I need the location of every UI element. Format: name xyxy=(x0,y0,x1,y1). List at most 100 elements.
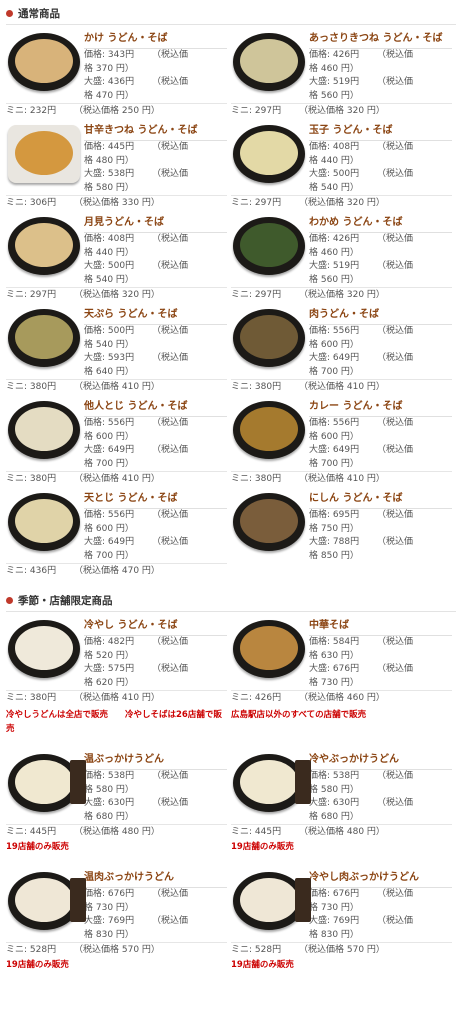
mini-price-row: ミニ: 297円 （税込価格 320 円） xyxy=(231,103,452,119)
large-tax-value: 格 700 円） xyxy=(309,366,359,377)
large-tax-label: （税込価 xyxy=(152,664,189,674)
mini-tax: （税込価格 410 円） xyxy=(74,382,160,392)
menu-item[interactable]: 月見うどん・そば 価格: 408円 （税込価格 440 円） 大盛: 500円 （税込価… xyxy=(6,213,231,303)
menu-item[interactable]: カレー うどん・そば 価格: 556円 （税込価格 600 円） 大盛: 649円 （税… xyxy=(231,397,456,487)
section-title: 通常商品 xyxy=(18,7,60,20)
large-tax-value: 格 680 円） xyxy=(84,811,134,822)
menu-item[interactable]: 肉うどん・そば 価格: 556円 （税込価格 600 円） 大盛: 649円 （税込価格… xyxy=(231,305,456,395)
menu-item[interactable]: にしん うどん・そば 価格: 695円 （税込価格 750 円） 大盛: 788円 （税… xyxy=(231,489,456,579)
menu-item[interactable]: 冷やぶっかけうどん 価格: 538円 （税込価格 580 円） 大盛: 630円 （税込… xyxy=(231,750,456,854)
price-regular: 価格: 556円 xyxy=(84,418,135,428)
price-tax-label: （税込価 xyxy=(377,50,414,60)
price-tax-label: （税込価 xyxy=(377,418,414,428)
price-regular: 価格: 408円 xyxy=(84,234,135,244)
price-mini: ミニ: 380円 xyxy=(6,474,57,484)
menu-item[interactable]: 温ぶっかけうどん 価格: 538円 （税込価格 580 円） 大盛: 630円 （税込価… xyxy=(6,750,231,854)
price-tax-value: 格 630 円） xyxy=(309,650,359,661)
menu-item[interactable]: 冷やし うどん・そば 価格: 482円 （税込価格 520 円） 大盛: 575円 （税… xyxy=(6,616,231,706)
menu-item[interactable]: わかめ うどん・そば 価格: 426円 （税込価格 460 円） 大盛: 519円 （税… xyxy=(231,213,456,303)
dish-contents xyxy=(240,407,298,451)
price-tax-value: 格 600 円） xyxy=(84,523,134,534)
mini-price-row: ミニ: 380円 （税込価格 410 円） xyxy=(6,471,227,487)
mini-tax: （税込価格 470 円） xyxy=(74,566,160,576)
menu-item[interactable]: あっさりきつね うどん・そば 価格: 426円 （税込価格 460 円） 大盛: 51… xyxy=(231,29,456,119)
price-tax-label: （税込価 xyxy=(377,326,414,336)
dish-contents xyxy=(240,760,298,804)
divider xyxy=(6,611,456,612)
price-block: 価格: 584円 （税込価格 630 円） 大盛: 676円 （税込価格 730 円） xyxy=(309,635,452,690)
item-name: 温肉ぶっかけうどん xyxy=(84,872,174,883)
price-large: 大盛: 538円 xyxy=(84,169,135,179)
price-block: 価格: 482円 （税込価格 520 円） 大盛: 575円 （税込価格 620 円） xyxy=(84,635,227,690)
dish-photo xyxy=(231,305,309,373)
price-regular: 価格: 408円 xyxy=(309,142,360,152)
availability-note: 冷やしうどんは全店で販売 冷やしそばは26店舗で販売 xyxy=(6,710,222,734)
large-tax-value: 格 580 円） xyxy=(84,182,134,193)
large-tax-value: 格 560 円） xyxy=(309,90,359,101)
price-large: 大盛: 649円 xyxy=(309,353,360,363)
mini-price-row: ミニ: 380円 （税込価格 410 円） xyxy=(6,379,227,395)
price-tax-value: 格 750 円） xyxy=(309,523,359,534)
bullet-icon xyxy=(6,9,13,17)
large-tax-value: 格 680 円） xyxy=(309,811,359,822)
price-block: 価格: 676円 （税込価格 730 円） 大盛: 769円 （税込価格 830 円） xyxy=(84,887,227,942)
price-block: 価格: 426円 （税込価格 460 円） 大盛: 519円 （税込価格 560 円） xyxy=(309,48,452,103)
mini-price-row xyxy=(231,563,452,578)
mini-tax: （税込価格 320 円） xyxy=(74,290,160,300)
price-mini: ミニ: 528円 xyxy=(6,945,57,955)
menu-item[interactable]: かけ うどん・そば 価格: 343円 （税込価格 370 円） 大盛: 436円 （税込… xyxy=(6,29,231,119)
section-header-regular: 通常商品 xyxy=(0,2,462,24)
item-name: 冷やし肉ぶっかけうどん xyxy=(309,872,419,883)
price-large: 大盛: 519円 xyxy=(309,77,360,87)
price-regular: 価格: 445円 xyxy=(84,142,135,152)
mini-tax: （税込価格 480 円） xyxy=(299,827,385,837)
dish-photo xyxy=(231,121,309,189)
price-large: 大盛: 649円 xyxy=(309,445,360,455)
price-block: 価格: 556円 （税込価格 600 円） 大盛: 649円 （税込価格 700 円） xyxy=(84,508,227,563)
bowl-icon xyxy=(8,309,80,367)
price-block: 価格: 408円 （税込価格 440 円） 大盛: 500円 （税込価格 540 円） xyxy=(84,232,227,287)
price-tax-label: （税込価 xyxy=(377,637,414,647)
price-mini xyxy=(231,563,299,578)
price-large: 大盛: 630円 xyxy=(84,798,135,808)
condiment-tray-icon xyxy=(70,878,86,922)
large-tax-value: 格 640 円） xyxy=(84,366,134,377)
price-block: 価格: 445円 （税込価格 480 円） 大盛: 538円 （税込価格 580 円） xyxy=(84,140,227,195)
mini-price-row: ミニ: 445円 （税込価格 480 円） xyxy=(6,824,227,840)
menu-item[interactable]: 甘辛きつね うどん・そば 価格: 445円 （税込価格 480 円） 大盛: 538円… xyxy=(6,121,231,211)
bowl-icon xyxy=(8,33,80,91)
item-name: 月見うどん・そば xyxy=(84,217,164,228)
menu-item[interactable]: 天とじ うどん・そば 価格: 556円 （税込価格 600 円） 大盛: 649円 （税… xyxy=(6,489,231,579)
menu-item[interactable]: 玉子 うどん・そば 価格: 408円 （税込価格 440 円） 大盛: 500円 （税込… xyxy=(231,121,456,211)
price-mini: ミニ: 297円 xyxy=(231,198,282,208)
price-large: 大盛: 593円 xyxy=(84,353,135,363)
bowl-icon xyxy=(233,493,305,551)
price-block: 価格: 500円 （税込価格 540 円） 大盛: 593円 （税込価格 640 円） xyxy=(84,324,227,379)
large-tax-value: 格 700 円） xyxy=(84,550,134,561)
price-tax-label: （税込価 xyxy=(152,510,189,520)
mini-tax: （税込価格 330 円） xyxy=(74,198,160,208)
menu-item[interactable]: 中華そば 価格: 584円 （税込価格 630 円） 大盛: 676円 （税込価格 73… xyxy=(231,616,456,706)
price-block: 価格: 556円 （税込価格 600 円） 大盛: 649円 （税込価格 700 円） xyxy=(309,416,452,471)
condiment-tray-icon xyxy=(295,878,311,922)
price-tax-value: 格 440 円） xyxy=(309,155,359,166)
menu-item[interactable]: 天ぷら うどん・そば 価格: 500円 （税込価格 540 円） 大盛: 593円 （税… xyxy=(6,305,231,395)
menu-item[interactable]: 温肉ぶっかけうどん価格: 676円 （税込価格 730 円） 大盛: 769円 （税込… xyxy=(6,868,231,972)
menu-item[interactable]: 他人とじ うどん・そば 価格: 556円 （税込価格 600 円） 大盛: 649円（… xyxy=(6,397,231,487)
dish-contents xyxy=(240,499,298,543)
price-large: 大盛: 519円 xyxy=(309,261,360,271)
menu-item[interactable]: 冷やし肉ぶっかけうどん 価格: 676円 （税込価格 730 円） 大盛: 769円（… xyxy=(231,868,456,972)
large-tax-label: （税込価 xyxy=(377,445,414,455)
price-block: 価格: 556円 （税込価格 600 円） 大盛: 649円 （税込価格 700 円） xyxy=(309,324,452,379)
item-name: 他人とじ うどん・そば xyxy=(84,401,188,412)
large-tax-label: （税込価 xyxy=(152,798,189,808)
price-mini: ミニ: 380円 xyxy=(6,382,57,392)
condiment-tray-icon xyxy=(295,760,311,804)
dish-photo xyxy=(6,213,84,281)
availability-note: 19店舗のみ販売 xyxy=(231,960,294,970)
mini-price-row: ミニ: 445円 （税込価格 480 円） xyxy=(231,824,452,840)
dish-contents xyxy=(15,223,73,267)
large-tax-label: （税込価 xyxy=(152,261,189,271)
dish-contents xyxy=(15,39,73,83)
price-tax-value: 格 580 円） xyxy=(84,784,134,795)
